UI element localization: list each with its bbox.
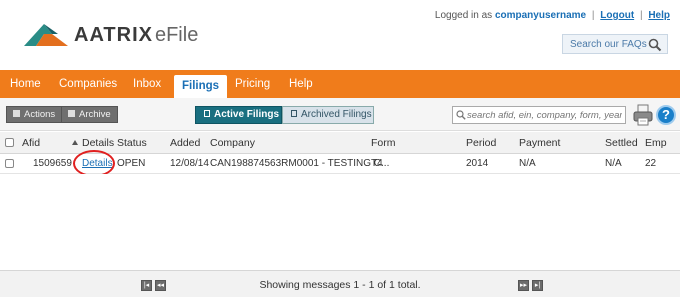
help-link[interactable]: Help <box>648 10 670 21</box>
app-header: AATRIX eFile Logged in as companyusername… <box>0 0 680 70</box>
nav-filings[interactable]: Filings <box>174 75 228 98</box>
col-form[interactable]: Form <box>371 132 396 154</box>
separator: | <box>591 10 595 21</box>
col-status[interactable]: Status <box>117 132 147 154</box>
cell-emp: 22 <box>645 158 657 169</box>
username: companyusername <box>494 10 587 21</box>
col-settled[interactable]: Settled <box>605 132 638 154</box>
cell-form: T4 <box>371 158 383 169</box>
row-checkbox[interactable] <box>5 159 14 168</box>
active-filings-label: Active Filings <box>214 109 280 120</box>
actions-button[interactable]: Actions <box>6 106 63 123</box>
archived-filings-label: Archived Filings <box>301 109 372 120</box>
cell-status: OPEN <box>117 158 146 169</box>
aatrix-logo[interactable]: AATRIX eFile <box>22 20 198 50</box>
cell-period: 2014 <box>466 158 489 169</box>
faq-search-box[interactable]: Search our FAQs <box>562 34 668 54</box>
separator: | <box>639 10 643 21</box>
nav-inbox[interactable]: Inbox <box>133 70 161 98</box>
user-bar: Logged in as companyusername | Logout | … <box>435 10 670 21</box>
logo-wordmark: AATRIX eFile <box>74 24 198 47</box>
highlight-annotation <box>73 150 115 177</box>
cell-payment: N/A <box>519 158 536 169</box>
pager-status: Showing messages 1 - 1 of 1 total. <box>259 279 421 291</box>
nav-help[interactable]: Help <box>289 70 313 98</box>
cell-settled: N/A <box>605 158 622 169</box>
last-page-button[interactable]: ▸| <box>532 280 543 291</box>
nav-companies[interactable]: Companies <box>59 70 117 98</box>
nav-home[interactable]: Home <box>10 70 41 98</box>
archived-filings-tab[interactable]: Archived Filings <box>282 106 374 124</box>
pager-bar: |◂ ◂◂ Showing messages 1 - 1 of 1 total.… <box>0 270 680 297</box>
archive-button[interactable]: Archive <box>61 106 118 123</box>
grid-empty-area <box>0 174 680 268</box>
help-icon[interactable]: ? <box>656 105 676 125</box>
main-nav: Home Companies Inbox Filings Pricing Hel… <box>0 70 680 98</box>
col-added[interactable]: Added <box>170 132 200 154</box>
filings-search-input[interactable] <box>467 108 622 122</box>
logo-name-light: eFile <box>154 24 199 46</box>
next-page-button[interactable]: ▸▸ <box>518 280 529 291</box>
col-emp[interactable]: Emp <box>645 132 667 154</box>
gear-icon <box>13 110 20 117</box>
nav-pricing[interactable]: Pricing <box>235 70 270 98</box>
col-company[interactable]: Company <box>210 132 255 154</box>
col-period[interactable]: Period <box>466 132 496 154</box>
logged-in-label: Logged in as <box>434 10 493 21</box>
active-filings-tab[interactable]: Active Filings <box>195 106 282 124</box>
filings-search-box <box>452 106 626 124</box>
cell-added: 12/08/14 <box>170 158 209 169</box>
printer-icon[interactable] <box>633 104 653 126</box>
cell-company: CAN198874563RM0001 - TESTING C... <box>210 158 390 169</box>
search-icon <box>456 110 466 120</box>
sort-asc-icon <box>72 140 78 145</box>
archive-label: Archive <box>79 109 111 120</box>
magnifier-icon[interactable] <box>648 38 662 52</box>
col-afid[interactable]: Afid <box>22 132 40 154</box>
cell-afid: 1509659 <box>33 158 72 169</box>
logo-mark-icon <box>24 24 68 46</box>
faq-search-placeholder: Search our FAQs <box>570 39 647 50</box>
archive-icon <box>68 110 75 117</box>
archive-box-icon <box>291 110 297 117</box>
logo-name-bold: AATRIX <box>74 24 153 46</box>
document-icon <box>204 110 210 117</box>
actions-label: Actions <box>24 109 56 120</box>
select-all-checkbox[interactable] <box>5 138 14 147</box>
col-payment[interactable]: Payment <box>519 132 560 154</box>
logout-link[interactable]: Logout <box>600 10 634 21</box>
